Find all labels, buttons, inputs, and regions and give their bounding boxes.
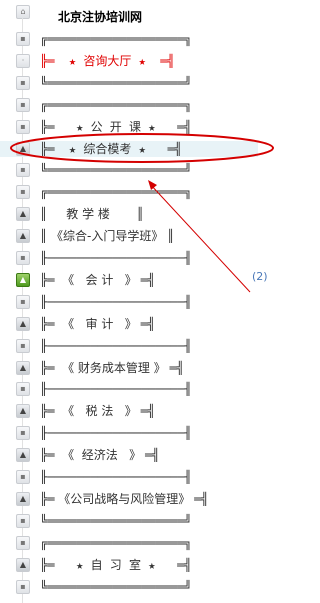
tree-row[interactable]: ▪ ╔═══════════════════╗ bbox=[0, 184, 258, 200]
tree-row-label: ╠═ 《 经济法 》 ═╣ bbox=[40, 448, 160, 462]
lock-icon: ▪ bbox=[16, 163, 30, 177]
graduation-cap-icon: ▲ bbox=[16, 361, 30, 375]
tree-row[interactable]: ▲ ╠═ 《 经济法 》 ═╣ bbox=[0, 447, 258, 463]
dot-icon: · bbox=[16, 54, 30, 68]
graduation-cap-icon: ▲ bbox=[16, 317, 30, 331]
tree-row[interactable]: ▪ ╔═══════════════════╗ bbox=[0, 31, 258, 47]
tree-row[interactable]: ▪ ╔═══════════════════╗ bbox=[0, 535, 258, 551]
tree-row[interactable]: ▲ ║ 教 学 楼 ║ bbox=[0, 206, 258, 222]
lock-icon: ▪ bbox=[16, 98, 30, 112]
lock-icon: ▪ bbox=[16, 382, 30, 396]
graduation-cap-icon: ▲ bbox=[16, 207, 30, 221]
graduation-cap-icon: ▲ bbox=[16, 492, 30, 506]
graduation-cap-icon: ▲ bbox=[16, 558, 30, 572]
tree-row[interactable]: ▲ ╠═ 《 税 法 》 ═╣ bbox=[0, 403, 258, 419]
graduation-cap-icon: ▲ bbox=[16, 404, 30, 418]
graduation-cap-icon: ▲ bbox=[16, 448, 30, 462]
tree-row[interactable]: ▪ ╚═══════════════════╝ bbox=[0, 162, 258, 178]
tree-row[interactable]: ▪ ╟───────────────────╢ bbox=[0, 338, 258, 354]
tree-row-label: ╠═ ★ 咨询大厅 ★ ═╣ bbox=[40, 54, 175, 68]
tree-row-label: ╟───────────────────╢ bbox=[40, 470, 192, 484]
tree-row-label: ╔═══════════════════╗ bbox=[40, 536, 192, 550]
annotation-label: (2) bbox=[252, 270, 268, 283]
tree-row-label: ╚═══════════════════╝ bbox=[40, 580, 192, 594]
lock-icon: ▪ bbox=[16, 580, 30, 594]
tree-row-label: ╟───────────────────╢ bbox=[40, 426, 192, 440]
lock-icon: ▪ bbox=[16, 339, 30, 353]
tree-row[interactable]: ▪ ╟───────────────────╢ bbox=[0, 425, 258, 441]
lock-icon: ▪ bbox=[16, 514, 30, 528]
tree-root[interactable]: ⌂ 北京注协培训网 bbox=[0, 4, 258, 24]
tree-row-label: ╚═══════════════════╝ bbox=[40, 76, 192, 90]
tree-row[interactable]: ▪ ╚═══════════════════╝ bbox=[0, 75, 258, 91]
tree-row[interactable]: ▪ ╟───────────────────╢ bbox=[0, 250, 258, 266]
tree-row[interactable]: ▲ ╠═ 《 财务成本管理 》 ═╣ bbox=[0, 360, 258, 376]
tree-row[interactable]: ▲ ║ 《综合-入门导学班》 ║ bbox=[0, 228, 258, 244]
green-cap-icon: ▲ bbox=[16, 273, 30, 287]
nav-tree: ⌂ 北京注协培训网 ▪ ╔═══════════════════╗ · ╠═ ★ 咨询… bbox=[0, 0, 275, 603]
tree-row-label: ║ 教 学 楼 ║ bbox=[40, 207, 144, 221]
tree-row-label: ╠═ ★ 自 习 室 ★ ═╣ bbox=[40, 558, 192, 572]
tree-row[interactable]: ▪ ╟───────────────────╢ bbox=[0, 469, 258, 485]
site-title: 北京注协培训网 bbox=[58, 10, 143, 24]
tree-row-label: ╔═══════════════════╗ bbox=[40, 98, 192, 112]
home-icon: ⌂ bbox=[16, 5, 30, 19]
tree-row[interactable]: · ╠═ ★ 咨询大厅 ★ ═╣ bbox=[0, 53, 258, 69]
tree-row-label: ╟───────────────────╢ bbox=[40, 382, 192, 396]
tree-row[interactable]: ▲ ╠═ 《 会 计 》 ═╣ bbox=[0, 272, 258, 288]
tree-row[interactable]: ▲ ╠═ 《 审 计 》 ═╣ bbox=[0, 316, 258, 332]
lock-icon: ▪ bbox=[16, 470, 30, 484]
lock-icon: ▪ bbox=[16, 426, 30, 440]
lock-icon: ▪ bbox=[16, 295, 30, 309]
tree-row[interactable]: ▪ ╟───────────────────╢ bbox=[0, 294, 258, 310]
tree-row-label: ╚═══════════════════╝ bbox=[40, 163, 192, 177]
tree-row-label: ║ 《综合-入门导学班》 ║ bbox=[40, 229, 175, 243]
tree-row[interactable]: ▪ ╚═══════════════════╝ bbox=[0, 513, 258, 529]
tree-row[interactable]: ▲ ╠═ 《公司战略与风险管理》 ═╣ bbox=[0, 491, 258, 507]
tree-row-label: ╔═══════════════════╗ bbox=[40, 185, 192, 199]
tree-row-label: ╠═ 《 财务成本管理 》 ═╣ bbox=[40, 361, 184, 375]
tree-row-label: ╟───────────────────╢ bbox=[40, 295, 192, 309]
graduation-cap-icon: ▲ bbox=[16, 229, 30, 243]
tree-row[interactable]: ▲ ╠═ ★ 综合模考 ★ ═╣ bbox=[0, 141, 258, 157]
tree-row[interactable]: ▪ ╠═ ★ 公 开 课 ★ ═╣ bbox=[0, 119, 258, 135]
tree-row-label: ╠═ 《 税 法 》 ═╣ bbox=[40, 404, 156, 418]
tree-row-label: ╠═ ★ 公 开 课 ★ ═╣ bbox=[40, 120, 192, 134]
tree-row-label: ╟───────────────────╢ bbox=[40, 339, 192, 353]
tree-row-label: ╔═══════════════════╗ bbox=[40, 32, 192, 46]
tree-row-label: ╠═ ★ 综合模考 ★ ═╣ bbox=[40, 142, 182, 156]
tree-row-label: ╠═ 《公司战略与风险管理》 ═╣ bbox=[40, 492, 209, 506]
lock-icon: ▪ bbox=[16, 536, 30, 550]
lock-icon: ▪ bbox=[16, 251, 30, 265]
tree-row-label: ╠═ 《 审 计 》 ═╣ bbox=[40, 317, 156, 331]
tree-row-label: ╟───────────────────╢ bbox=[40, 251, 192, 265]
tree-row[interactable]: ▪ ╚═══════════════════╝ bbox=[0, 579, 258, 595]
tree-row[interactable]: ▪ ╔═══════════════════╗ bbox=[0, 97, 258, 113]
tree-row-label: ╚═══════════════════╝ bbox=[40, 514, 192, 528]
lock-icon: ▪ bbox=[16, 76, 30, 90]
tree-row[interactable]: ▲ ╠═ ★ 自 习 室 ★ ═╣ bbox=[0, 557, 258, 573]
lock-icon: ▪ bbox=[16, 120, 30, 134]
graduation-cap-icon: ▲ bbox=[16, 142, 30, 156]
lock-icon: ▪ bbox=[16, 32, 30, 46]
tree-row[interactable]: ▪ ╟───────────────────╢ bbox=[0, 381, 258, 397]
lock-icon: ▪ bbox=[16, 185, 30, 199]
tree-row-label: ╠═ 《 会 计 》 ═╣ bbox=[40, 273, 156, 287]
